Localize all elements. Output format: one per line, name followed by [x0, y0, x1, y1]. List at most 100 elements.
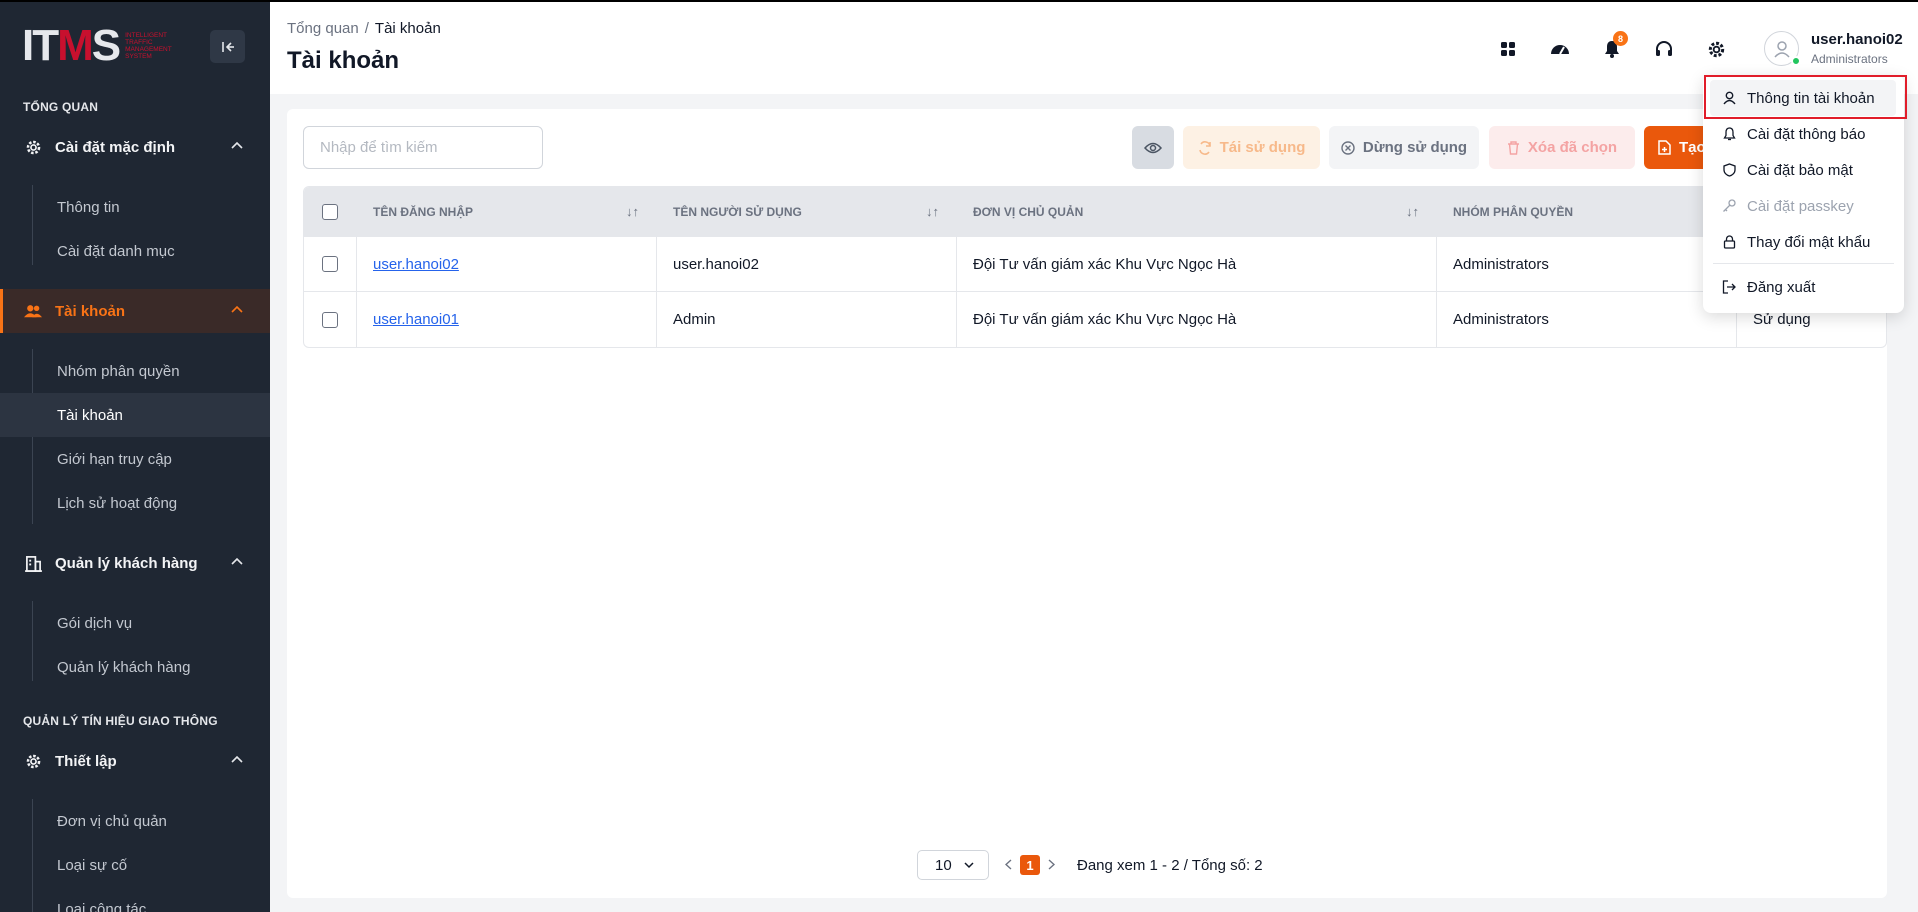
sidebar-item-accounts[interactable]: Tài khoản	[0, 393, 270, 437]
stop-using-button[interactable]: Dừng sử dụng	[1329, 126, 1479, 169]
table-row: user.hanoi01 Admin Đội Tư vấn giám xác K…	[304, 292, 1886, 347]
cell-unit: Đội Tư vấn giám xác Khu Vực Ngọc Hà	[957, 292, 1437, 347]
chevron-up-icon	[231, 141, 243, 149]
app-logo: ITMS Intelligent Traffic Management Syst…	[22, 21, 172, 70]
online-status-dot	[1791, 56, 1801, 66]
sort-icon[interactable]: ↓↑	[926, 204, 939, 219]
apps-grid-icon	[1501, 42, 1515, 56]
sidebar-item-service-packages[interactable]: Gói dịch vụ	[0, 601, 270, 645]
table-header-row: TÊN ĐĂNG NHẬP ↓↑ TÊN NGƯỜI SỬ DỤNG ↓↑ ĐƠN …	[304, 187, 1886, 237]
section-title-traffic-signals: QUẢN LÝ TÍN HIỆU GIAO THÔNG	[23, 714, 218, 728]
sidebar: ITMS Intelligent Traffic Management Syst…	[0, 0, 270, 912]
select-all-checkbox[interactable]	[322, 203, 338, 220]
username-link[interactable]: user.hanoi01	[373, 311, 459, 328]
cell-group: Administrators	[1437, 292, 1737, 347]
menu-item-security-settings[interactable]: Cài đặt bảo mật	[1703, 152, 1904, 188]
user-name: user.hanoi02	[1811, 31, 1903, 48]
file-plus-icon	[1658, 140, 1671, 155]
toggle-columns-button[interactable]	[1132, 126, 1174, 169]
lock-icon	[1721, 235, 1737, 249]
user-role: Administrators	[1811, 52, 1888, 66]
building-icon	[24, 554, 42, 572]
row-checkbox[interactable]	[322, 311, 338, 328]
cell-fullname: Admin	[657, 292, 957, 347]
chevron-down-icon	[964, 861, 974, 869]
pagination: 10 1 Đang xem 1 - 2 / Tổng số: 2	[917, 850, 1263, 880]
sidebar-item-access-limits[interactable]: Giới hạn truy cập	[0, 437, 270, 481]
page-size-select[interactable]: 10	[917, 850, 989, 880]
users-icon	[24, 302, 42, 320]
accounts-table: TÊN ĐĂNG NHẬP ↓↑ TÊN NGƯỜI SỬ DỤNG ↓↑ ĐƠN …	[303, 186, 1887, 348]
breadcrumb: Tổng quan / Tài khoản	[287, 20, 441, 37]
chevron-right-icon	[1048, 859, 1056, 870]
dashboard-button[interactable]	[1547, 36, 1573, 62]
highlight-box	[1704, 75, 1907, 119]
reuse-button[interactable]: Tái sử dụng	[1183, 126, 1320, 169]
pagination-info: Đang xem 1 - 2 / Tổng số: 2	[1077, 856, 1263, 874]
column-header-unit[interactable]: ĐƠN VỊ CHỦ QUẢN ↓↑	[957, 187, 1437, 236]
chevron-left-icon	[1004, 859, 1012, 870]
sidebar-item-managing-units[interactable]: Đơn vị chủ quản	[0, 799, 270, 843]
sort-icon[interactable]: ↓↑	[626, 204, 639, 219]
sidebar-group-default-settings[interactable]: Cài đặt mặc định	[0, 125, 270, 169]
apps-grid-button[interactable]	[1495, 36, 1521, 62]
chevron-up-icon	[231, 755, 243, 763]
cell-group: Administrators	[1437, 237, 1737, 291]
sidebar-group-customers[interactable]: Quản lý khách hàng	[0, 541, 270, 585]
trash-icon	[1507, 140, 1520, 155]
user-avatar-icon	[1773, 40, 1790, 58]
sidebar-item-permission-groups[interactable]: Nhóm phân quyền	[0, 349, 270, 393]
search-input[interactable]	[303, 126, 543, 169]
username-link[interactable]: user.hanoi02	[373, 256, 459, 273]
next-page-button[interactable]	[1048, 857, 1056, 873]
menu-item-notification-settings[interactable]: Cài đặt thông báo	[1703, 116, 1904, 152]
refresh-icon	[1198, 140, 1212, 155]
sidebar-item-activity-history[interactable]: Lịch sử hoạt động	[0, 481, 270, 525]
gear-icon	[24, 138, 42, 156]
eye-icon	[1144, 142, 1162, 153]
cell-unit: Đội Tư vấn giám xác Khu Vực Ngọc Hà	[957, 237, 1437, 291]
sort-icon[interactable]: ↓↑	[1406, 204, 1419, 219]
cell-fullname: user.hanoi02	[657, 237, 957, 291]
page-number-button[interactable]: 1	[1020, 855, 1040, 875]
row-checkbox[interactable]	[322, 256, 338, 272]
key-icon	[1721, 199, 1737, 213]
collapse-sidebar-button[interactable]	[210, 30, 245, 63]
shield-icon	[1721, 163, 1737, 177]
sidebar-item-work-types[interactable]: Loại công tác	[0, 887, 270, 912]
menu-divider	[1713, 263, 1894, 264]
menu-item-change-password[interactable]: Thay đổi mật khẩu	[1703, 224, 1904, 260]
sidebar-item-info[interactable]: Thông tin	[0, 185, 270, 229]
menu-item-logout[interactable]: Đăng xuất	[1703, 269, 1904, 305]
page-title: Tài khoản	[287, 47, 400, 74]
speedometer-icon	[1551, 45, 1569, 55]
top-header: Tổng quan / Tài khoản Tài khoản 8 user.han…	[270, 0, 1918, 94]
sidebar-group-setup[interactable]: Thiết lập	[0, 739, 270, 783]
sidebar-item-catalog-settings[interactable]: Cài đặt danh mục	[0, 229, 270, 273]
accounts-panel: Tái sử dụng Dừng sử dụng Xóa đã chọn Tạo…	[287, 109, 1887, 898]
chevron-up-icon	[231, 305, 243, 313]
breadcrumb-current: Tài khoản	[374, 20, 441, 37]
user-menu-trigger[interactable]: user.hanoi02 Administrators	[1764, 29, 1914, 69]
prev-page-button[interactable]	[1004, 857, 1012, 873]
column-header-permission-group[interactable]: NHÓM PHÂN QUYỀN	[1437, 187, 1737, 236]
sidebar-item-customer-management[interactable]: Quản lý khách hàng	[0, 645, 270, 689]
support-button[interactable]	[1651, 36, 1677, 62]
sidebar-group-accounts[interactable]: Tài khoản	[0, 289, 270, 333]
breadcrumb-link-overview[interactable]: Tổng quan	[287, 20, 359, 37]
column-header-username[interactable]: TÊN ĐĂNG NHẬP ↓↑	[357, 187, 657, 236]
menu-item-passkey-settings[interactable]: Cài đặt passkey	[1703, 188, 1904, 224]
notifications-button[interactable]: 8	[1599, 31, 1628, 62]
table-row: user.hanoi02 user.hanoi02 Đội Tư vấn giá…	[304, 237, 1886, 292]
circle-x-icon	[1341, 140, 1355, 155]
section-title-overview: TỔNG QUAN	[23, 100, 99, 114]
column-header-fullname[interactable]: TÊN NGƯỜI SỬ DỤNG ↓↑	[657, 187, 957, 236]
sidebar-item-incident-types[interactable]: Loại sự cố	[0, 843, 270, 887]
settings-button[interactable]	[1703, 36, 1729, 62]
gear-icon	[24, 752, 42, 770]
gear-icon	[1708, 41, 1724, 57]
notification-count-badge: 8	[1613, 31, 1628, 46]
delete-selected-button[interactable]: Xóa đã chọn	[1489, 126, 1635, 169]
bell-icon	[1721, 127, 1737, 141]
logout-icon	[1721, 280, 1737, 294]
